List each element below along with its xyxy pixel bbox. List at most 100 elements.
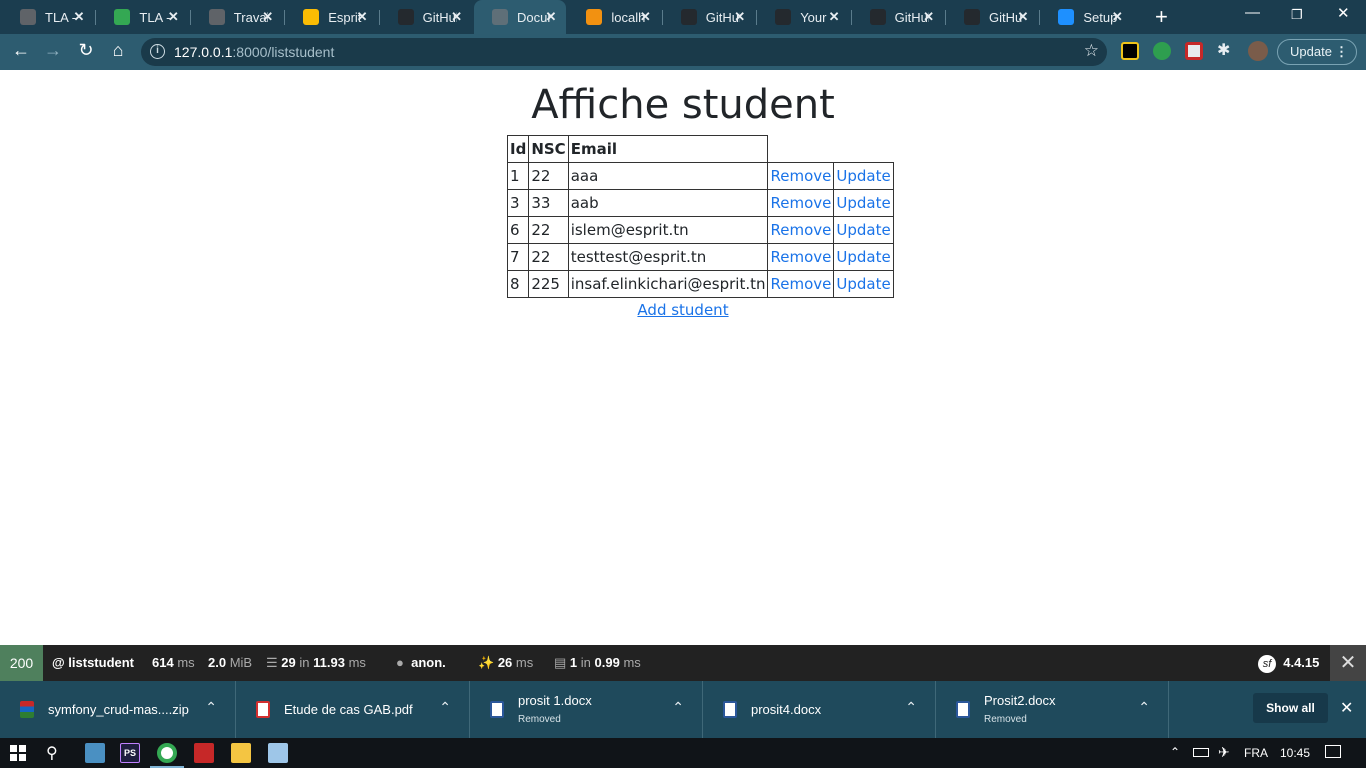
chevron-up-icon[interactable]: ⌃ bbox=[439, 699, 451, 716]
close-tab-icon[interactable]: ✕ bbox=[73, 9, 84, 25]
close-tab-icon[interactable]: ✕ bbox=[451, 9, 462, 25]
notepad-icon[interactable] bbox=[268, 743, 288, 763]
avatar[interactable] bbox=[1248, 41, 1268, 61]
chevron-up-icon[interactable]: ⌃ bbox=[205, 699, 217, 716]
update-link[interactable]: Update bbox=[836, 221, 890, 239]
clock[interactable]: 10:45 bbox=[1280, 746, 1310, 760]
cell-update: Update bbox=[833, 162, 894, 190]
close-tab-icon[interactable]: ✕ bbox=[357, 9, 368, 25]
request-time[interactable]: 614 ms bbox=[152, 655, 195, 670]
cell-nsc: 22 bbox=[528, 243, 569, 271]
browser-tab[interactable]: Esprit ✕ bbox=[285, 0, 377, 34]
route-name[interactable]: @ liststudent bbox=[52, 655, 134, 670]
remove-link[interactable]: Remove bbox=[770, 167, 831, 185]
new-tab-button[interactable]: + bbox=[1155, 4, 1168, 30]
browser-tab[interactable]: GitHub✕ bbox=[852, 0, 944, 34]
address-bar[interactable]: i 127.0.0.1:8000/liststudent ☆ bbox=[141, 38, 1107, 66]
home-button[interactable]: ⌂ bbox=[106, 40, 130, 61]
github-icon bbox=[775, 9, 792, 25]
render-time[interactable]: ✨ 26 ms bbox=[478, 655, 533, 671]
chrome-update-button[interactable]: Update ⋮ bbox=[1277, 39, 1357, 65]
language-indicator[interactable]: FRA bbox=[1244, 746, 1268, 760]
chevron-up-icon[interactable]: ⌃ bbox=[1138, 699, 1150, 716]
download-item[interactable]: prosit 1.docx Removed ⌃ bbox=[470, 681, 703, 738]
browser-tab[interactable]: Setup ✕ bbox=[1040, 0, 1132, 34]
browser-tab[interactable]: TLA - ✕ bbox=[96, 0, 188, 34]
minimize-button[interactable]: — bbox=[1245, 4, 1260, 21]
close-tab-icon[interactable]: ✕ bbox=[1017, 9, 1028, 25]
table-row: 3 33 aab Remove Update bbox=[506, 189, 894, 217]
column-header-nsc: NSC bbox=[528, 135, 569, 163]
phpstorm-icon[interactable]: PS bbox=[120, 743, 140, 763]
browser-tab[interactable]: GitHub✕ bbox=[380, 0, 472, 34]
memory-usage[interactable]: 2.0 MiB bbox=[208, 655, 252, 670]
download-item[interactable]: Etude de cas GAB.pdf ⌃ bbox=[236, 681, 470, 738]
browser-tab[interactable]: Travail✕ bbox=[191, 0, 283, 34]
close-tab-icon[interactable]: ✕ bbox=[545, 9, 556, 25]
battery-icon[interactable] bbox=[1193, 748, 1209, 757]
close-download-shelf-icon[interactable]: ✕ bbox=[1340, 698, 1353, 718]
file-explorer-icon[interactable] bbox=[231, 743, 251, 763]
site-info-icon[interactable]: i bbox=[150, 44, 165, 59]
download-item[interactable]: prosit4.docx ⌃ bbox=[703, 681, 936, 738]
close-tab-icon[interactable]: ✕ bbox=[829, 9, 840, 25]
download-item[interactable]: symfony_crud-mas....zip ⌃ bbox=[0, 681, 236, 738]
close-tab-icon[interactable]: ✕ bbox=[168, 9, 179, 25]
bookmark-star-icon[interactable]: ☆ bbox=[1084, 41, 1099, 61]
browser-tab[interactable]: GitHub✕ bbox=[663, 0, 755, 34]
word-icon bbox=[490, 701, 504, 718]
remove-link[interactable]: Remove bbox=[770, 194, 831, 212]
close-tab-icon[interactable]: ✕ bbox=[1112, 9, 1123, 25]
browser-tab[interactable]: Document✕ bbox=[474, 0, 567, 34]
remove-link[interactable]: Remove bbox=[770, 248, 831, 266]
browser-tab[interactable]: GitHub✕ bbox=[946, 0, 1038, 34]
security-user[interactable]: ● anon. bbox=[396, 655, 446, 670]
update-link[interactable]: Update bbox=[836, 275, 890, 293]
cell-email: aab bbox=[567, 189, 769, 217]
add-student-link[interactable]: Add student bbox=[0, 301, 1366, 319]
update-link[interactable]: Update bbox=[836, 167, 890, 185]
database-queries[interactable]: ▤ 1 in 0.99 ms bbox=[554, 655, 641, 671]
github-icon bbox=[964, 9, 980, 25]
twig-templates[interactable]: ☰ 29 in 11.93 ms bbox=[266, 655, 366, 671]
windows-start-icon[interactable] bbox=[10, 745, 26, 761]
notifications-icon[interactable] bbox=[1325, 745, 1341, 758]
close-window-button[interactable]: ✕ bbox=[1337, 4, 1350, 22]
close-toolbar-button[interactable]: ✕ bbox=[1330, 645, 1366, 681]
pocket-icon[interactable] bbox=[1185, 42, 1203, 60]
extensions-puzzle-icon[interactable]: ✱ bbox=[1217, 40, 1235, 59]
close-tab-icon[interactable]: ✕ bbox=[923, 9, 934, 25]
forward-button[interactable]: → bbox=[41, 40, 65, 61]
shield-check-icon[interactable] bbox=[1153, 42, 1171, 60]
chevron-up-icon[interactable]: ⌃ bbox=[672, 699, 684, 716]
close-tab-icon[interactable]: ✕ bbox=[640, 9, 651, 25]
update-link[interactable]: Update bbox=[836, 194, 890, 212]
close-tab-icon[interactable]: ✕ bbox=[262, 9, 273, 25]
table-row: 1 22 aaa Remove Update bbox=[506, 162, 894, 190]
browser-tab[interactable]: TLA - ✕ bbox=[2, 0, 94, 34]
browser-tab[interactable]: Your ✕ bbox=[757, 0, 849, 34]
virtualbox-icon[interactable] bbox=[85, 743, 105, 763]
tab-separator bbox=[284, 10, 286, 25]
download-item[interactable]: Prosit2.docx Removed ⌃ bbox=[936, 681, 1169, 738]
chevron-up-icon[interactable]: ⌃ bbox=[1170, 745, 1180, 759]
browser-tab[interactable]: localhost✕ bbox=[568, 0, 660, 34]
chrome-icon[interactable] bbox=[157, 743, 177, 763]
menu-dots-icon[interactable]: ⋮ bbox=[1335, 40, 1348, 64]
close-tab-icon[interactable]: ✕ bbox=[734, 9, 745, 25]
extension-icon[interactable] bbox=[1121, 42, 1139, 60]
airplane-mode-icon[interactable]: ✈ bbox=[1218, 744, 1230, 761]
acrobat-icon[interactable] bbox=[194, 743, 214, 763]
back-button[interactable]: ← bbox=[9, 40, 33, 61]
search-icon[interactable]: ⚲ bbox=[46, 743, 58, 763]
update-link[interactable]: Update bbox=[836, 248, 890, 266]
symfony-version[interactable]: sf 4.4.15 bbox=[1258, 655, 1319, 673]
show-all-downloads-button[interactable]: Show all bbox=[1253, 693, 1328, 723]
chevron-up-icon[interactable]: ⌃ bbox=[905, 699, 917, 716]
remove-link[interactable]: Remove bbox=[770, 275, 831, 293]
status-badge[interactable]: 200 bbox=[0, 645, 43, 681]
empty-header-cell bbox=[767, 135, 834, 163]
restore-button[interactable]: ❐ bbox=[1291, 7, 1303, 23]
remove-link[interactable]: Remove bbox=[770, 221, 831, 239]
reload-button[interactable]: ↻ bbox=[74, 40, 98, 61]
